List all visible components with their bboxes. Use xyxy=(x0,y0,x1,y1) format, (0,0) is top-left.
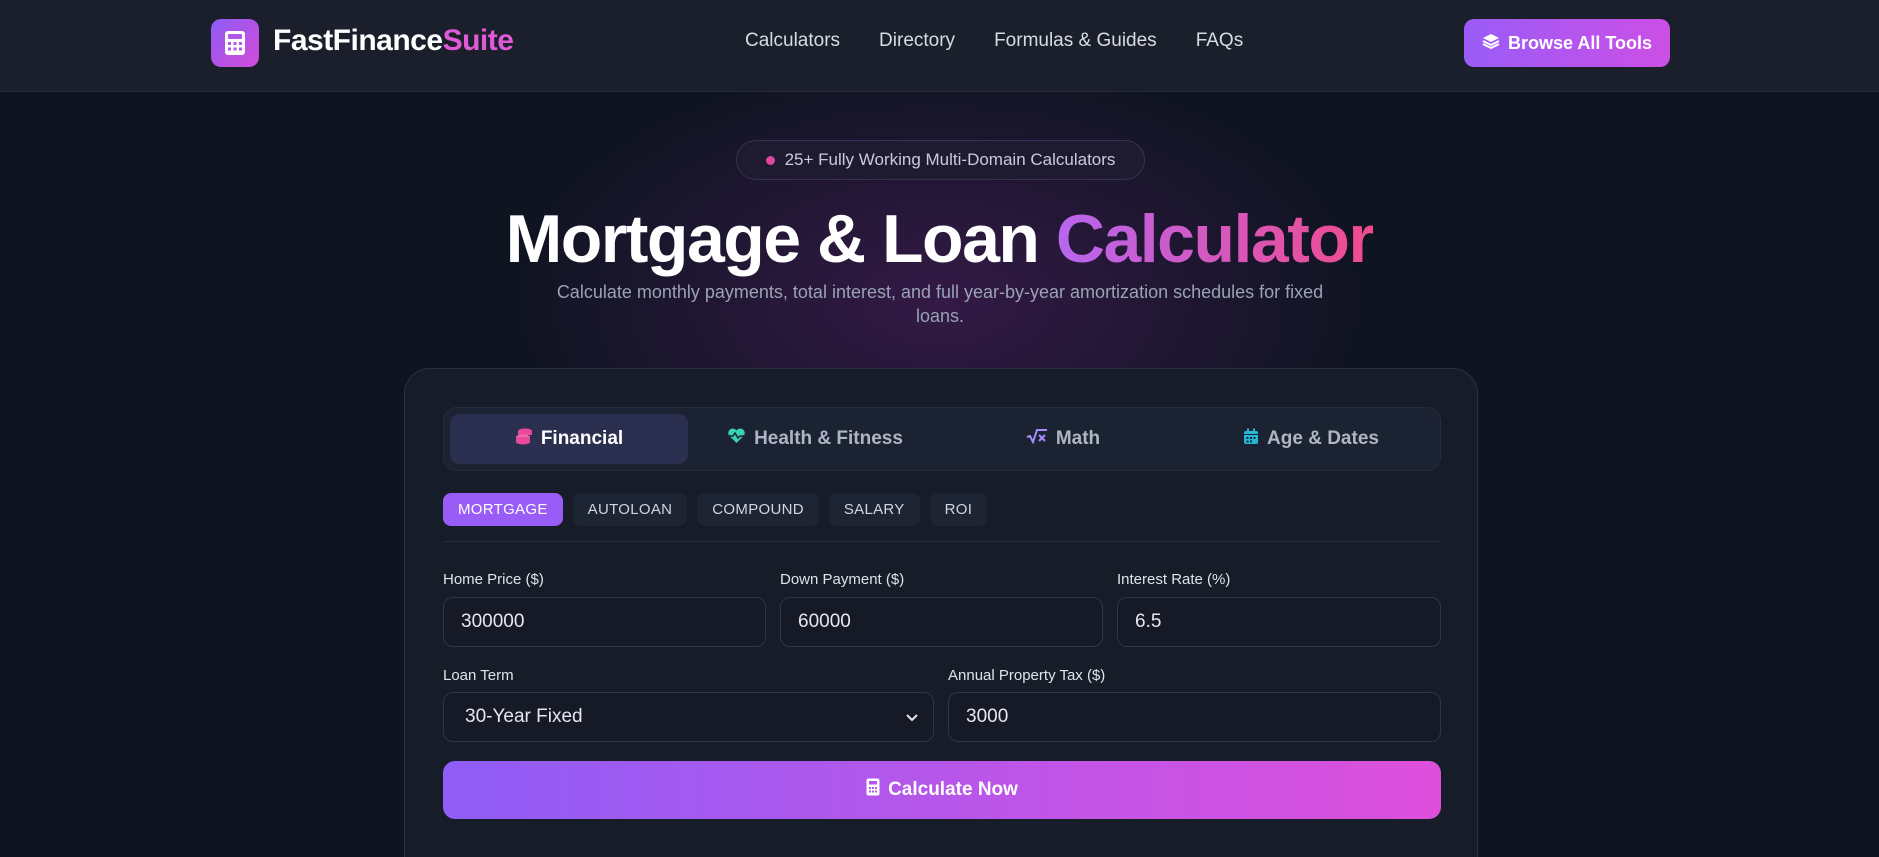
page-subtitle: Calculate monthly payments, total intere… xyxy=(556,282,1324,326)
section-divider xyxy=(443,541,1441,542)
tab-age-dates[interactable]: Age & Dates xyxy=(1192,414,1430,464)
home-price-input[interactable]: 300000 xyxy=(443,597,766,647)
property-tax-input[interactable]: 3000 xyxy=(948,692,1441,742)
square-root-icon xyxy=(1026,428,1048,450)
feature-pill-text: 25+ Fully Working Multi-Domain Calculato… xyxy=(784,150,1116,169)
nav-calculators[interactable]: Calculators xyxy=(745,30,840,52)
home-price-label: Home Price ($) xyxy=(443,571,544,588)
calculator-subtabs: MORTGAGE AUTOLOAN COMPOUND SALARY ROI xyxy=(443,493,988,526)
tab-math[interactable]: Math xyxy=(944,414,1182,464)
subtab-mortgage[interactable]: MORTGAGE xyxy=(443,493,563,526)
brand-name[interactable]: FastFinanceSuite xyxy=(273,24,514,58)
feature-pill: 25+ Fully Working Multi-Domain Calculato… xyxy=(736,140,1145,180)
page-title: Mortgage & Loan Calculator xyxy=(0,200,1879,278)
calendar-icon xyxy=(1243,428,1259,451)
calculator-card: Financial Health & Fitness Math Age & Da… xyxy=(404,368,1478,857)
nav-faqs[interactable]: FAQs xyxy=(1196,30,1244,52)
heart-pulse-icon xyxy=(727,428,746,450)
property-tax-label: Annual Property Tax ($) xyxy=(948,667,1106,684)
interest-rate-input[interactable]: 6.5 xyxy=(1117,597,1441,647)
calculate-now-button[interactable]: Calculate Now xyxy=(443,761,1441,819)
loan-term-label: Loan Term xyxy=(443,667,514,684)
tab-age-dates-label: Age & Dates xyxy=(1267,428,1379,449)
page-title-accent: Calculator xyxy=(1055,201,1375,277)
subtab-salary[interactable]: SALARY xyxy=(828,493,920,526)
interest-rate-label: Interest Rate (%) xyxy=(1117,571,1231,588)
category-tabs: Financial Health & Fitness Math Age & Da… xyxy=(443,407,1441,471)
brand-part-2: Suite xyxy=(442,24,514,57)
nav-directory[interactable]: Directory xyxy=(879,30,955,52)
main-nav: Calculators Directory Formulas & Guides … xyxy=(745,30,1243,52)
status-dot xyxy=(765,155,775,165)
loan-term-select[interactable]: 30-Year Fixed xyxy=(443,692,934,742)
subtab-autoloan[interactable]: AUTOLOAN xyxy=(572,493,688,526)
subtab-roi[interactable]: ROI xyxy=(929,493,988,526)
tab-financial-label: Financial xyxy=(540,428,624,449)
down-payment-label: Down Payment ($) xyxy=(780,571,905,588)
browse-all-tools-button[interactable]: Browse All Tools xyxy=(1464,19,1670,67)
tab-health-fitness[interactable]: Health & Fitness xyxy=(696,414,934,464)
nav-formulas-guides[interactable]: Formulas & Guides xyxy=(994,30,1157,52)
brand-part-1: FastFinance xyxy=(273,24,443,57)
browse-all-tools-label: Browse All Tools xyxy=(1507,32,1653,53)
calculator-icon xyxy=(866,778,880,802)
layers-icon xyxy=(1482,33,1500,54)
coins-icon xyxy=(515,427,533,451)
tab-math-label: Math xyxy=(1055,428,1101,449)
loan-term-selected: 30-Year Fixed xyxy=(465,706,583,727)
calculator-logo-icon[interactable] xyxy=(211,19,259,67)
page-title-main: Mortgage & Loan xyxy=(505,201,1056,277)
down-payment-input[interactable]: 60000 xyxy=(780,597,1103,647)
tab-financial[interactable]: Financial xyxy=(450,414,688,464)
top-header: FastFinanceSuite Calculators Directory F… xyxy=(0,0,1879,92)
calculate-now-label: Calculate Now xyxy=(888,779,1018,800)
chevron-down-icon xyxy=(905,706,919,728)
tab-health-fitness-label: Health & Fitness xyxy=(754,428,903,449)
subtab-compound[interactable]: COMPOUND xyxy=(697,493,819,526)
